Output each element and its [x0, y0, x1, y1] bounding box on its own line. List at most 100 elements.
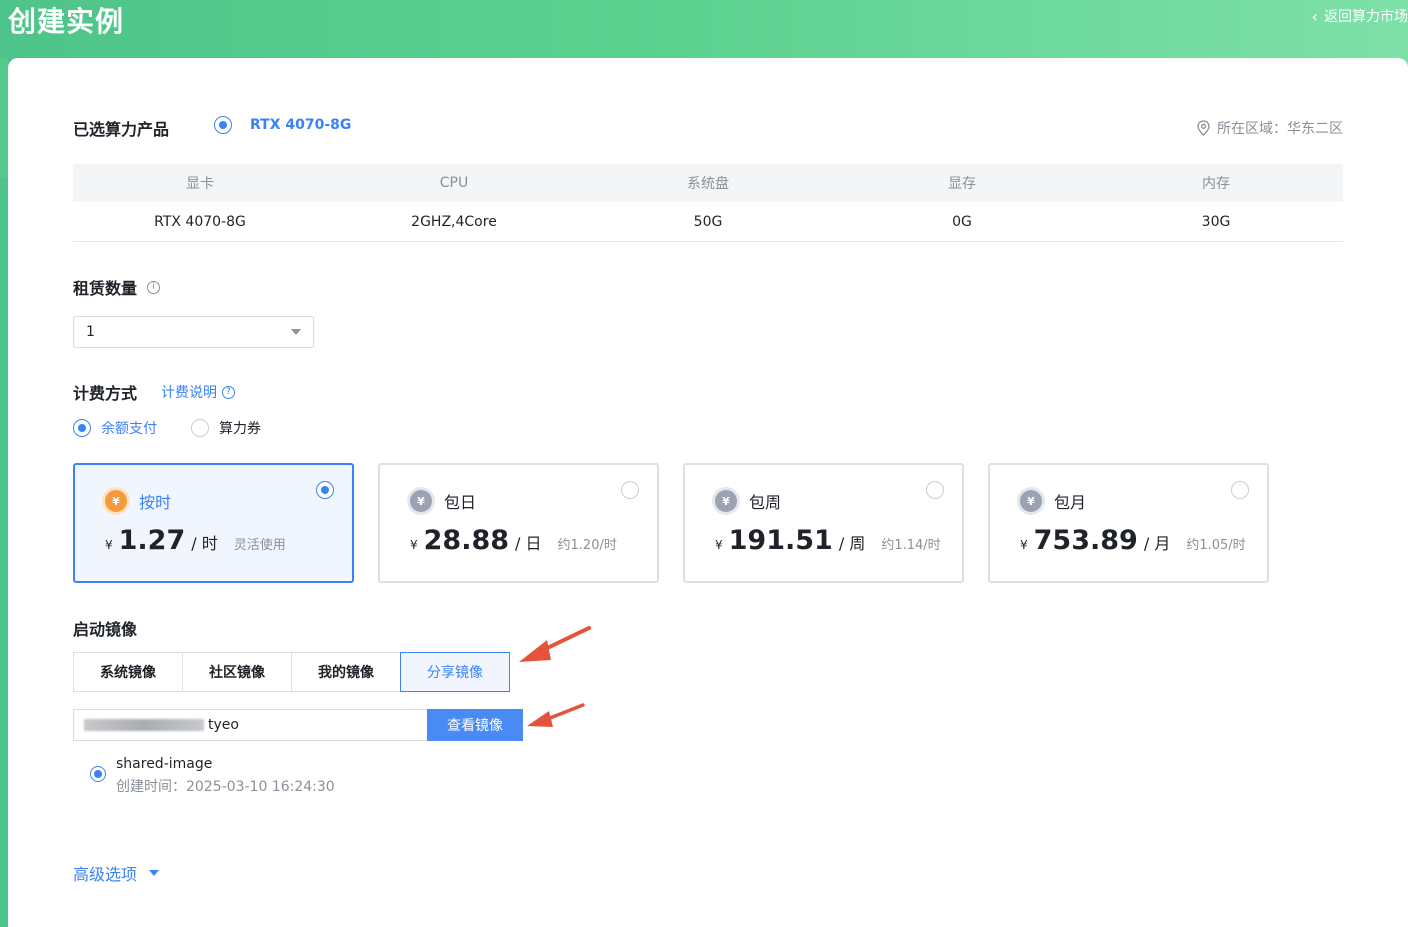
header-gpu: 显卡 [186, 176, 214, 192]
list-item[interactable]: shared-image 创建时间：2025-03-10 16:24:30 [90, 756, 335, 796]
table-row: RTX 4070-8G 2GHZ,4Core 50G 0G 30G [73, 202, 1343, 242]
header-memory: 内存 [1202, 176, 1230, 192]
plan-price: ¥ 1.27 / 时 灵活使用 [105, 525, 286, 556]
balance-pay-label[interactable]: 余额支付 [101, 418, 157, 438]
billing-label: 计费方式 [73, 384, 138, 403]
back-to-market-link[interactable]: ‹ 返回算力市场 [1312, 6, 1408, 26]
plan-head: ¥ 包日 [410, 489, 476, 513]
currency-symbol: ¥ [715, 538, 723, 552]
yuan-coin-icon: ¥ [105, 490, 127, 512]
page-title: 创建实例 [8, 5, 125, 38]
top-header: 创建实例 ‹ 返回算力市场 [0, 0, 1408, 58]
spec-table-header: 显卡 CPU 系统盘 显存 内存 [73, 164, 1343, 202]
currency-symbol: ¥ [105, 538, 113, 552]
view-image-button[interactable]: 查看镜像 [427, 709, 523, 741]
plan-card-weekly[interactable]: ¥ 包周 ¥ 191.51 / 周 约1.14/时 [683, 463, 964, 583]
quantity-section: 租赁数量 i [73, 275, 161, 299]
price-amount: 1.27 [118, 525, 186, 556]
balance-pay-radio[interactable] [73, 419, 91, 437]
advanced-options-toggle[interactable]: 高级选项 [73, 861, 160, 885]
location-pin-icon [1197, 120, 1210, 136]
chevron-down-icon [291, 329, 301, 335]
plan-radio[interactable] [1231, 481, 1249, 499]
advanced-options-label: 高级选项 [73, 865, 138, 884]
coupon-pay-radio[interactable] [191, 419, 209, 437]
plan-head: ¥ 包月 [1020, 489, 1086, 513]
redacted-text [84, 719, 204, 731]
price-note: 约1.14/时 [881, 538, 941, 553]
tab-shared-image[interactable]: 分享镜像 [400, 652, 510, 692]
product-radio[interactable] [214, 116, 232, 134]
price-unit: / 月 [1143, 534, 1171, 553]
info-icon[interactable]: i [147, 280, 161, 294]
annotation-arrow-icon [519, 626, 591, 662]
product-option[interactable]: RTX 4070-8G [214, 116, 351, 134]
image-radio[interactable] [90, 766, 106, 782]
share-code-input[interactable]: tyeo [73, 709, 427, 741]
coupon-pay-label[interactable]: 算力券 [219, 418, 261, 438]
plan-card-daily[interactable]: ¥ 包日 ¥ 28.88 / 日 约1.20/时 [378, 463, 659, 583]
currency-symbol: ¥ [410, 538, 418, 552]
plan-card-monthly[interactable]: ¥ 包月 ¥ 753.89 / 月 约1.05/时 [988, 463, 1269, 583]
tab-system-image[interactable]: 系统镜像 [73, 652, 183, 692]
plan-radio[interactable] [316, 481, 334, 499]
shared-image-search: tyeo 查看镜像 [73, 709, 523, 741]
billing-help-label: 计费说明 [161, 385, 218, 401]
plan-price: ¥ 191.51 / 周 约1.14/时 [715, 525, 941, 556]
plan-name: 包周 [749, 493, 782, 512]
quantity-select[interactable]: 1 [73, 316, 314, 348]
plan-head: ¥ 按时 [105, 489, 171, 513]
selected-product-label: 已选算力产品 [73, 120, 170, 139]
image-tabs: 系统镜像 社区镜像 我的镜像 分享镜像 [73, 652, 510, 692]
left-accent-strip [0, 58, 8, 178]
plan-radio[interactable] [621, 481, 639, 499]
billing-section: 计费方式 计费说明 ? [73, 380, 236, 404]
plan-name: 包日 [444, 493, 477, 512]
price-amount: 28.88 [423, 525, 510, 556]
quantity-value: 1 [86, 324, 95, 340]
product-name: RTX 4070-8G [250, 117, 352, 133]
price-note: 约1.20/时 [557, 538, 617, 553]
price-unit: / 时 [191, 534, 218, 553]
image-section-label: 启动镜像 [73, 620, 138, 639]
cell-memory: 30G [1201, 213, 1231, 230]
plan-head: ¥ 包周 [715, 489, 781, 513]
help-icon: ? [222, 385, 236, 399]
billing-help-link[interactable]: 计费说明 ? [161, 382, 236, 402]
annotation-arrow-icon [527, 703, 585, 727]
plan-card-hourly[interactable]: ¥ 按时 ¥ 1.27 / 时 灵活使用 [73, 463, 354, 583]
spec-table: 显卡 CPU 系统盘 显存 内存 RTX 4070-8G 2GHZ,4Core … [73, 164, 1343, 242]
cell-system-disk: 50G [693, 213, 723, 230]
plan-name: 按时 [139, 493, 172, 512]
share-code-suffix: tyeo [208, 717, 239, 733]
region-indicator: 所在区域：华东二区 [1196, 118, 1343, 138]
quantity-label: 租赁数量 [73, 279, 138, 298]
cell-vram: 0G [952, 213, 972, 230]
price-note: 灵活使用 [233, 538, 286, 553]
price-note: 约1.05/时 [1186, 538, 1246, 553]
image-created-time: 创建时间：2025-03-10 16:24:30 [116, 779, 335, 795]
cell-gpu: RTX 4070-8G [154, 213, 246, 230]
plan-name: 包月 [1054, 493, 1087, 512]
price-unit: / 周 [838, 534, 866, 553]
yuan-coin-icon: ¥ [410, 490, 432, 512]
region-label: 所在区域：华东二区 [1217, 121, 1343, 137]
tab-my-image[interactable]: 我的镜像 [291, 652, 401, 692]
header-system-disk: 系统盘 [687, 176, 729, 192]
back-link-label: 返回算力市场 [1324, 9, 1408, 25]
plan-radio[interactable] [926, 481, 944, 499]
price-amount: 191.51 [728, 525, 833, 556]
chevron-down-icon [149, 870, 160, 876]
pay-method-group: 余额支付 算力券 [73, 418, 261, 438]
cell-cpu: 2GHZ,4Core [411, 213, 497, 230]
currency-symbol: ¥ [1020, 538, 1028, 552]
tab-community-image[interactable]: 社区镜像 [182, 652, 292, 692]
plan-price: ¥ 28.88 / 日 约1.20/时 [410, 525, 617, 556]
yuan-coin-icon: ¥ [715, 490, 737, 512]
yuan-coin-icon: ¥ [1020, 490, 1042, 512]
chevron-left-icon: ‹ [1311, 6, 1318, 26]
header-cpu: CPU [439, 175, 469, 191]
image-name: shared-image [116, 756, 213, 772]
main-panel: 已选算力产品 RTX 4070-8G 所在区域：华东二区 显卡 CPU 系统盘 … [8, 58, 1408, 927]
header-vram: 显存 [948, 176, 976, 192]
